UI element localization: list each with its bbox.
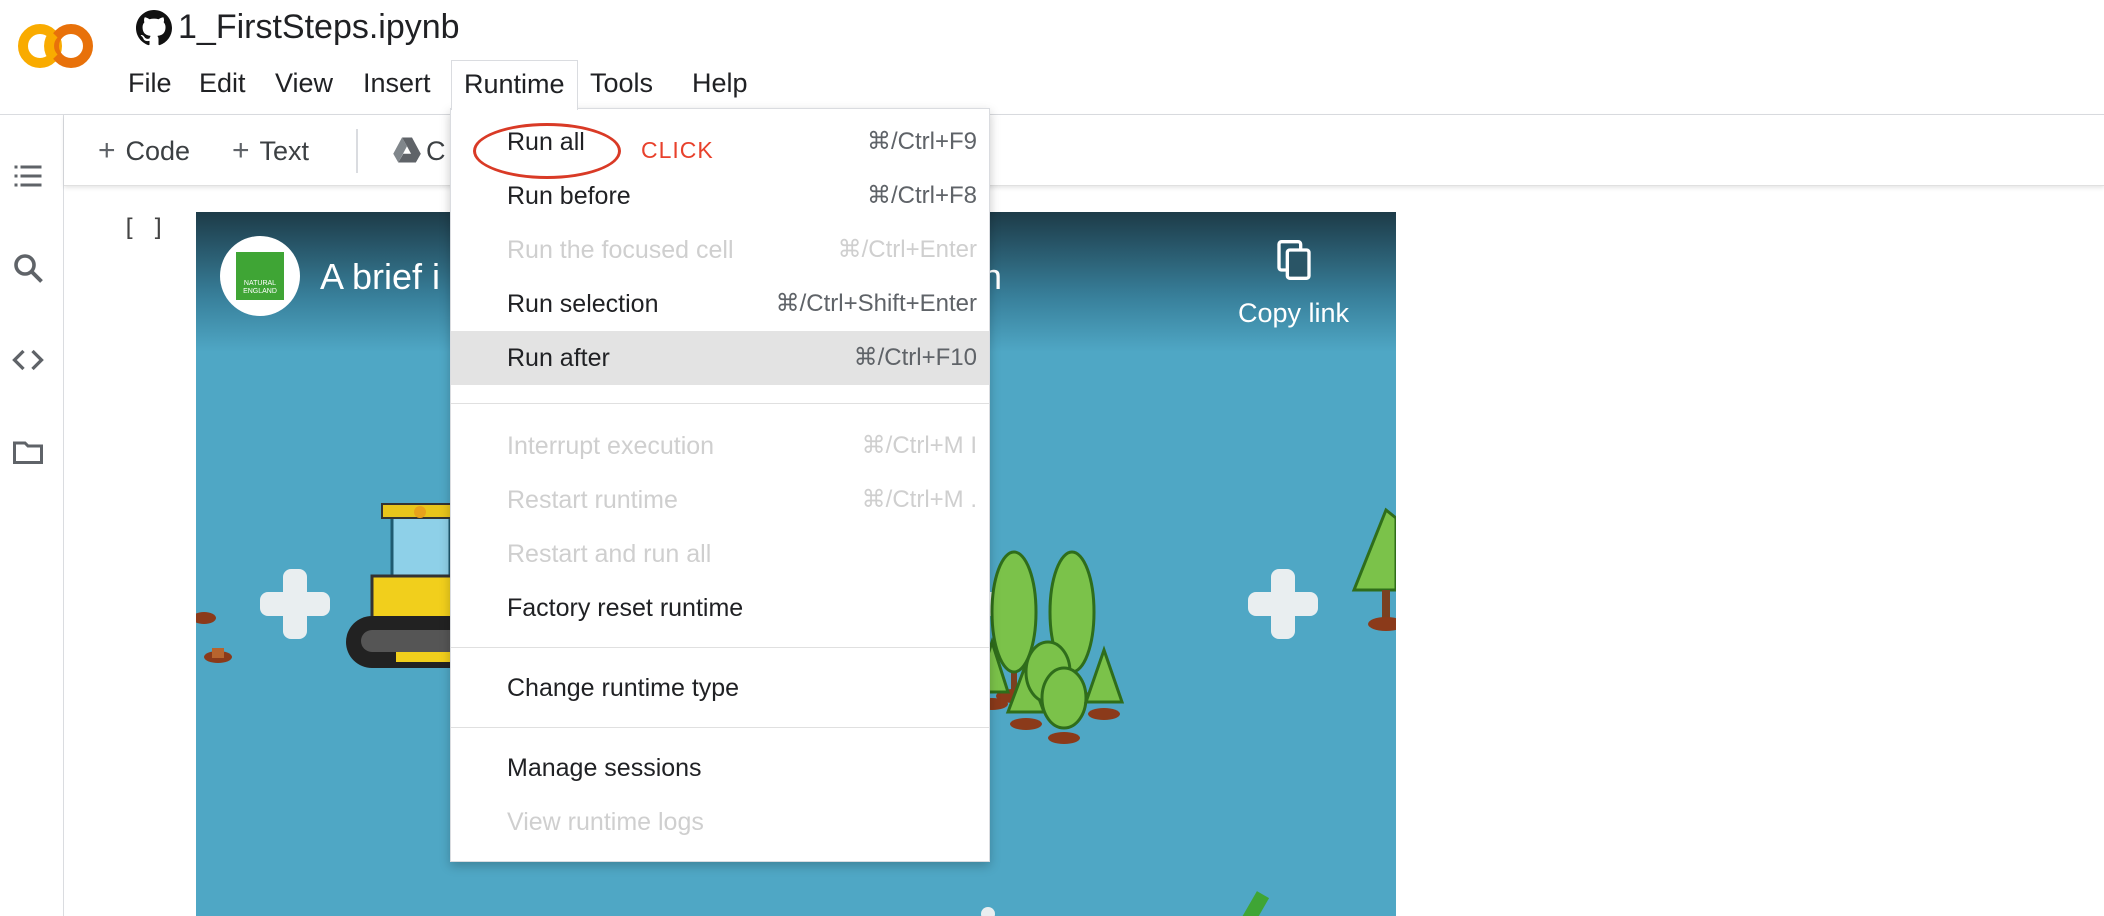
menu-insert[interactable]: Insert [351,60,443,106]
menu-item-restart-and-run-all: Restart and run all [451,527,989,581]
menu-item-interrupt-execution: Interrupt execution ⌘/Ctrl+M I [451,419,989,473]
notebook-title[interactable]: 1_FirstSteps.ipynb [178,4,460,50]
annotation-click-label: CLICK [641,137,714,163]
github-icon [136,10,172,46]
channel-avatar[interactable]: NATURAL ENGLAND [220,236,300,316]
menu-separator [451,727,989,728]
menu-item-label: Restart runtime [507,486,678,514]
copy-to-drive-label[interactable]: C [426,131,446,171]
menu-help[interactable]: Help [680,60,760,106]
colab-logo[interactable] [14,20,98,72]
menu-item-shortcut: ⌘/Ctrl+Enter [837,236,977,263]
runtime-menu-dropdown: Run all ⌘/Ctrl+F9 CLICK Run before ⌘/Ctr… [450,108,990,862]
menu-item-shortcut: ⌘/Ctrl+M . [861,486,977,513]
menu-item-run-all[interactable]: Run all ⌘/Ctrl+F9 CLICK [451,115,989,179]
menu-item-restart-runtime: Restart runtime ⌘/Ctrl+M . [451,473,989,527]
menu-separator [451,403,989,404]
menu-runtime[interactable]: Runtime [451,60,578,110]
menu-item-label: Interrupt execution [507,432,715,460]
menu-item-label: Manage sessions [507,754,702,782]
menu-item-change-runtime-type[interactable]: Change runtime type [451,661,989,715]
table-of-contents-icon[interactable] [10,158,46,194]
menu-file[interactable]: File [116,60,184,106]
menu-separator [451,647,989,648]
menu-item-manage-sessions[interactable]: Manage sessions [451,741,989,795]
menu-item-label: Change runtime type [507,674,740,702]
plus-icon: + [98,134,116,167]
add-text-label: Text [259,136,310,166]
menu-edit[interactable]: Edit [187,60,258,106]
menu-item-run-selection[interactable]: Run selection ⌘/Ctrl+Shift+Enter [451,277,989,331]
files-folder-icon[interactable] [10,434,46,470]
menu-item-run-after[interactable]: Run after ⌘/Ctrl+F10 [451,331,989,385]
menu-item-label: Run before [507,182,631,210]
menu-item-label: Factory reset runtime [507,594,744,622]
add-code-label: Code [125,136,191,166]
cell-run-indicator[interactable]: [ ] [122,214,165,242]
menu-item-label: Run selection [507,290,659,318]
search-icon[interactable] [10,250,46,286]
google-drive-icon[interactable] [392,135,422,165]
code-snippets-icon[interactable] [10,342,46,378]
add-text-button[interactable]: + Text [232,131,309,171]
menu-view[interactable]: View [263,60,345,106]
menu-item-view-runtime-logs: View runtime logs [451,795,989,849]
menu-item-factory-reset-runtime[interactable]: Factory reset runtime [451,581,989,635]
menu-tools[interactable]: Tools [578,60,665,106]
menu-item-label: View runtime logs [507,808,704,836]
notebook-toolbar: + Code + Text C [64,115,2104,186]
menu-item-run-before[interactable]: Run before ⌘/Ctrl+F8 [451,169,989,223]
menu-item-shortcut: ⌘/Ctrl+F9 [866,128,977,155]
menu-item-shortcut: ⌘/Ctrl+F8 [866,182,977,209]
left-sidebar [0,115,64,916]
menu-item-shortcut: ⌘/Ctrl+M I [861,432,977,459]
copy-link-button[interactable]: Copy link [1238,298,1349,329]
menu-item-shortcut: ⌘/Ctrl+Shift+Enter [775,290,977,317]
menu-item-shortcut: ⌘/Ctrl+F10 [853,344,977,371]
menu-item-label: Run after [507,344,610,372]
plus-icon: + [232,134,250,167]
video-title[interactable]: A brief i [320,256,440,298]
natural-england-logo: NATURAL ENGLAND [236,252,284,300]
copy-icon[interactable] [1274,238,1314,282]
menu-item-run-focused-cell: Run the focused cell ⌘/Ctrl+Enter [451,223,989,277]
menu-item-label: Run the focused cell [507,236,734,264]
menu-item-label: Restart and run all [507,540,712,568]
toolbar-divider [356,129,358,173]
add-code-button[interactable]: + Code [98,131,190,171]
